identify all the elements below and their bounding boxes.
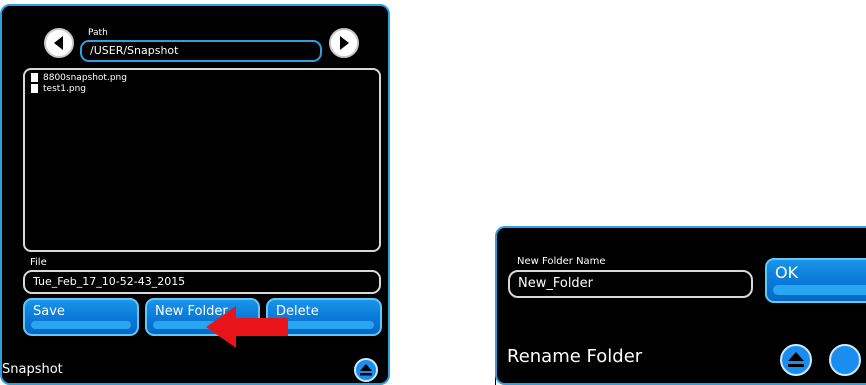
file-name-field[interactable]: Tue_Feb_17_10-52-43_2015 bbox=[23, 270, 381, 294]
save-button[interactable]: Save bbox=[23, 298, 139, 336]
arrow-left-icon bbox=[54, 36, 63, 50]
file-name: test1.png bbox=[43, 84, 87, 94]
button-highlight bbox=[274, 321, 374, 329]
button-highlight bbox=[31, 321, 131, 329]
ok-button-label: OK bbox=[775, 263, 799, 282]
panel-title: Snapshot bbox=[2, 362, 63, 377]
file-icon bbox=[31, 84, 38, 93]
ok-button[interactable]: OK bbox=[765, 258, 866, 303]
collapse-button[interactable] bbox=[780, 344, 812, 376]
arrow-right-icon bbox=[340, 36, 349, 50]
file-label: File bbox=[30, 257, 47, 268]
forward-button[interactable] bbox=[329, 28, 359, 58]
snapshot-dialog: Path /USER/Snapshot 8800snapshot.png tes… bbox=[0, 4, 390, 385]
collapse-icon bbox=[360, 364, 372, 376]
rename-folder-dialog: New Folder Name New_Folder OK Rename Fol… bbox=[495, 226, 866, 385]
file-list[interactable]: 8800snapshot.png test1.png bbox=[23, 68, 381, 252]
red-arrow-icon bbox=[206, 306, 288, 348]
circle-button[interactable] bbox=[829, 344, 861, 376]
path-label: Path bbox=[88, 28, 108, 38]
file-icon bbox=[31, 73, 38, 82]
leader-line bbox=[478, 352, 496, 385]
circle-button-icon bbox=[831, 346, 859, 374]
new-folder-name-field[interactable]: New_Folder bbox=[508, 270, 753, 298]
path-field[interactable]: /USER/Snapshot bbox=[80, 40, 322, 62]
new-folder-name-label: New Folder Name bbox=[517, 256, 606, 267]
file-list-item[interactable]: test1.png bbox=[31, 84, 86, 94]
collapse-icon bbox=[788, 352, 804, 367]
back-button[interactable] bbox=[44, 28, 74, 58]
panel-title: Rename Folder bbox=[507, 346, 643, 367]
file-list-item[interactable]: 8800snapshot.png bbox=[31, 73, 127, 83]
file-name: 8800snapshot.png bbox=[43, 73, 127, 83]
save-button-label: Save bbox=[33, 304, 65, 319]
button-highlight bbox=[773, 285, 866, 295]
collapse-button[interactable] bbox=[354, 358, 378, 382]
